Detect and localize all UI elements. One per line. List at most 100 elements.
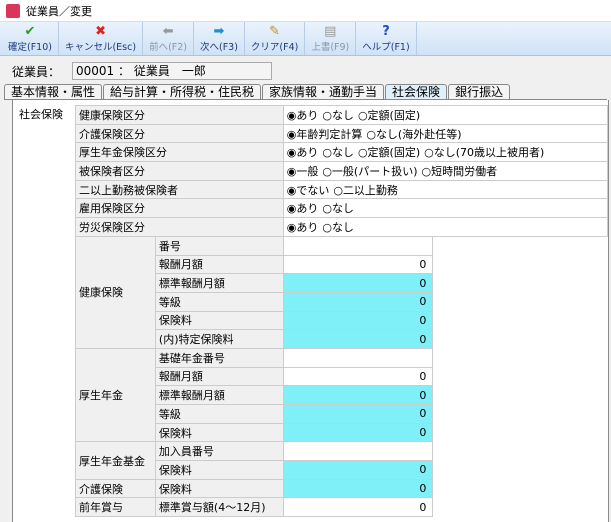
radio-label: なし	[331, 202, 354, 216]
option-label: 労災保険区分	[75, 217, 284, 237]
prev-icon: ⬅	[162, 24, 174, 39]
field-label: 基礎年金番号	[154, 347, 284, 368]
help-button[interactable]: ? ヘルプ(F1)	[356, 22, 417, 55]
blank-cell	[432, 329, 608, 349]
option-label: 健康保険区分	[75, 105, 284, 125]
field-value[interactable]: 0	[282, 254, 434, 275]
radio-label: あり	[296, 146, 319, 160]
field-value[interactable]	[282, 347, 434, 368]
radio-unchecked-icon: ○	[322, 108, 332, 122]
blank-cell	[432, 348, 608, 368]
radio-option[interactable]: ◉あり	[287, 200, 319, 216]
radio-option[interactable]: ◉あり	[287, 107, 319, 123]
prev-label: 前へ(F2)	[149, 42, 187, 53]
option-row: 厚生年金保険区分 ◉あり ○なし ○定額(固定) ○なし(70歳以上被用者)	[75, 142, 609, 163]
field-value[interactable]: 0	[282, 385, 434, 405]
radio-option[interactable]: ○なし	[322, 107, 354, 123]
blank-cell	[432, 236, 608, 255]
prev-button[interactable]: ⬅ 前へ(F2)	[143, 22, 194, 55]
option-row: 二以上勤務被保険者 ◉でない ○二以上勤務	[75, 179, 609, 200]
field-value[interactable]: 0	[282, 460, 434, 480]
radio-unchecked-icon: ○	[424, 146, 434, 160]
radio-option[interactable]: ◉あり	[287, 219, 319, 235]
field-label: 保険料	[154, 478, 284, 499]
radio-label: 一般(パート扱い)	[331, 164, 418, 178]
tab-0[interactable]: 基本情報・属性	[4, 84, 103, 99]
cancel-button[interactable]: ✖ キャンセル(Esc)	[59, 22, 144, 55]
field-label: 報酬月額	[154, 254, 284, 275]
blank-cell	[432, 441, 608, 461]
radio-option[interactable]: ○なし(海外赴任等)	[366, 126, 461, 142]
radio-option[interactable]: ○なし	[322, 200, 354, 216]
employee-row: 従業員： 00001 ： 従業員 一郎	[12, 62, 273, 80]
group-name: 前年賞与	[75, 497, 156, 518]
overwrite-button[interactable]: ▤ 上書(F9)	[305, 22, 357, 55]
cancel-icon: ✖	[95, 24, 106, 39]
field-row: 健康保険 番号	[75, 235, 608, 349]
field-value[interactable]: 0	[282, 310, 434, 331]
radio-unchecked-icon: ○	[322, 202, 332, 216]
blank-cell	[432, 423, 608, 442]
radio-option[interactable]: ○短時間労働者	[422, 163, 498, 179]
field-value[interactable]: 0	[282, 422, 434, 443]
field-label: 標準報酬月額	[154, 385, 284, 405]
radio-checked-icon: ◉	[286, 127, 297, 141]
field-row: 前年賞与 標準賞与額(4〜12月) 0	[75, 497, 608, 518]
field-row: 保険料 0	[76, 460, 608, 480]
tab-1[interactable]: 給与計算・所得税・住民税	[103, 84, 262, 99]
confirm-icon: ✔	[24, 24, 36, 39]
radio-option[interactable]: ◉あり	[287, 144, 319, 160]
next-button[interactable]: ➡ 次へ(F3)	[194, 22, 245, 55]
option-row: 労災保険区分 ◉あり ○なし	[75, 217, 609, 237]
radio-option[interactable]: ○なし	[322, 144, 354, 160]
radio-label: なし	[331, 108, 354, 122]
radio-option[interactable]: ○定額(固定)	[358, 144, 420, 160]
field-value[interactable]: 0	[282, 329, 434, 349]
blank-cell	[432, 255, 608, 274]
field-row: 介護保険 保険料 0	[75, 478, 608, 499]
blank-cell	[432, 311, 608, 330]
radio-option[interactable]: ◉一般	[287, 163, 319, 179]
field-label: 保険料	[154, 310, 284, 331]
clear-button[interactable]: ✎ クリア(F4)	[245, 22, 306, 55]
option-radios: ◉あり ○なし	[282, 198, 609, 219]
radio-label: なし(海外赴任等)	[375, 127, 462, 141]
radio-option[interactable]: ○なし(70歳以上被用者)	[424, 144, 544, 160]
blank-cell	[432, 273, 608, 293]
radio-option[interactable]: ○なし	[322, 219, 354, 235]
field-value[interactable]	[282, 235, 434, 256]
radio-option[interactable]: ○定額(固定)	[358, 107, 420, 123]
field-value[interactable]: 0	[282, 404, 434, 424]
field-label: 標準報酬月額	[154, 273, 284, 293]
field-label: (内)特定保険料	[154, 329, 284, 349]
group-name: 厚生年金基金	[75, 441, 156, 480]
radio-unchecked-icon: ○	[322, 146, 332, 160]
field-value[interactable]: 0	[282, 497, 434, 518]
radio-checked-icon: ◉	[286, 220, 297, 234]
field-value[interactable]: 0	[282, 366, 434, 387]
field-value[interactable]: 0	[282, 478, 434, 499]
radio-checked-icon: ◉	[286, 202, 297, 216]
group-name: 厚生年金	[75, 347, 156, 443]
help-label: ヘルプ(F1)	[362, 42, 410, 53]
cancel-label: キャンセル(Esc)	[64, 42, 137, 53]
employee-label: 従業員：	[12, 64, 61, 79]
field-row: 報酬月額 0	[76, 254, 608, 275]
radio-option[interactable]: ○一般(パート扱い)	[322, 163, 417, 179]
radio-option[interactable]: ◉年齢判定計算	[287, 126, 363, 142]
field-value[interactable]: 0	[282, 273, 434, 293]
radio-option[interactable]: ◉でない	[287, 182, 330, 198]
tab-3[interactable]: 社会保険	[385, 84, 448, 99]
group-name: 健康保険	[75, 235, 156, 349]
tab-2[interactable]: 家族情報・通勤手当	[262, 84, 385, 99]
confirm-button[interactable]: ✔ 確定(F10)	[2, 22, 59, 55]
blank-cell	[432, 385, 608, 405]
radio-label: あり	[296, 108, 319, 122]
radio-label: なし(70歳以上被用者)	[433, 146, 545, 160]
field-value[interactable]	[282, 441, 434, 462]
tab-4[interactable]: 銀行振込	[448, 84, 511, 99]
field-value[interactable]: 0	[282, 291, 434, 312]
radio-option[interactable]: ○二以上勤務	[333, 182, 398, 198]
radio-unchecked-icon: ○	[357, 146, 368, 160]
toolbar: ✔ 確定(F10) ✖ キャンセル(Esc) ⬅ 前へ(F2) ➡ 次へ(F3) ✎ クリア(F4…	[0, 22, 611, 56]
